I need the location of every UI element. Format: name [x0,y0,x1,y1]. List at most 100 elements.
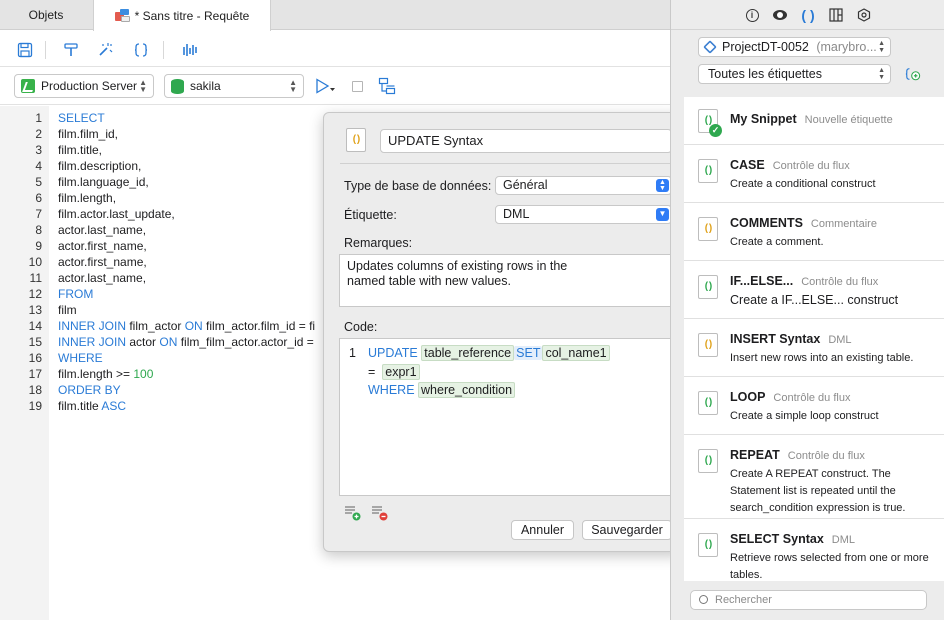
new-snippet-button[interactable] [905,66,921,82]
line-number: 10 [28,255,42,269]
info-icon: i [745,8,759,22]
keyword-set: SET [514,346,543,360]
sql-keyword: FROM [58,287,94,301]
magic-wand-icon [99,43,113,56]
sql-token: film_actor [126,319,185,333]
beautify-button[interactable] [94,39,116,61]
code-text: film.actor.last_update, [58,206,175,222]
tab-bar: Objets * Sans titre - Requête [0,0,670,31]
remarks-textarea[interactable]: Updates columns of existing rows in the … [339,254,672,307]
snippet-name: COMMENTS Commentaire [730,216,877,230]
snippet-name: CASE Contrôle du flux [730,158,850,172]
line-number: 11 [29,271,42,285]
snippet-list-item[interactable]: ( ) SELECT Syntax DML Retrieve rows selecte… [684,519,944,581]
code-line: WHERE where_condition [368,381,516,399]
snippet-list-item[interactable]: ( ) ✓ My Snippet Nouvelle étiquette [684,97,944,145]
editor-toolbar [0,31,670,67]
snippet-title: COMMENTS [730,216,803,230]
visual-builder-button[interactable] [376,75,398,97]
snippet-description: Create a comment. [730,236,824,248]
tag-filter-select[interactable]: Toutes les étiquettes ▲ ▼ [698,64,891,84]
line-number: 8 [35,223,42,237]
sql-token: film [58,303,77,317]
stop-button[interactable] [346,75,368,97]
sql-number: 100 [133,367,154,381]
snippet-title: My Snippet [730,112,797,126]
line-number: 1 [35,111,42,125]
sql-token: film_film_actor.actor_id = [177,335,314,349]
snippet-list-item[interactable]: ( ) IF...ELSE... Contrôle du flux Create a … [684,261,944,319]
snippet-name-input[interactable]: UPDATE Syntax [380,129,672,153]
snippet-search-input[interactable]: Rechercher [690,590,927,610]
save-button[interactable] [14,39,36,61]
sql-token: film.length, [58,191,117,205]
snippet-button[interactable] [130,39,152,61]
info-tab[interactable]: i [744,7,760,23]
snippet-description: Statement list is repeated until the [730,485,896,497]
keyword-where: WHERE [368,383,415,397]
run-button[interactable] [313,75,339,97]
remarks-line: Updates columns of existing rows in the [347,259,568,273]
snippet-code-editor[interactable]: 1 UPDATE table_reference SET col_name1 = e… [339,338,672,496]
search-icon [699,595,708,604]
database-select[interactable]: sakila ▲ ▼ [164,74,304,98]
updown-chevron-icon: ▲ ▼ [139,78,147,94]
remove-placeholder-button[interactable] [371,504,388,521]
code-text: actor.first_name, [58,254,147,270]
project-select[interactable]: ProjectDT-0052 (marybro... ▲ ▼ [698,37,891,57]
placeholder-where-condition[interactable]: where_condition [418,382,516,398]
line-number: 19 [28,399,42,413]
connection-bar: Production Server ▲ ▼ sakila ▲ ▼ [0,67,670,105]
code-text: film.title ASC [58,398,126,414]
code-text: film.title, [58,142,102,158]
line-number: 3 [35,143,42,157]
sql-keyword: ON [159,335,178,349]
snippet-list-item[interactable]: ( ) REPEAT Contrôle du flux Create A REPEAT… [684,435,944,519]
sql-keyword: INNER JOIN [58,319,127,333]
code-text: INNER JOIN film_actor ON film_actor.film… [58,318,315,334]
db-type-select[interactable]: Général ▲ ▼ [495,176,672,195]
query-builder-icon [378,77,396,95]
tab-objects[interactable]: Objets [0,0,92,30]
snippet-tag: Contrôle du flux [773,392,851,404]
sql-token: actor.first_name, [58,255,147,269]
placeholder-col-name[interactable]: col_name1 [542,345,610,361]
line-number: 14 [28,319,42,333]
settings-tab[interactable] [856,7,872,23]
snippet-list-item[interactable]: ( ) CASE Contrôle du flux Create a conditio… [684,145,944,203]
save-snippet-button[interactable]: Sauvegarder [582,520,672,540]
project-icon [703,40,717,54]
snippet-icon: ( ) [698,391,718,415]
preview-tab[interactable] [772,7,788,23]
stop-icon [351,80,363,92]
cancel-button[interactable]: Annuler [511,520,574,540]
tab-query[interactable]: * Sans titre - Requête [93,0,271,31]
tag-filter-value: Toutes les étiquettes [708,67,822,81]
placeholder-expr[interactable]: expr1 [382,364,420,380]
format-button[interactable] [60,39,82,61]
connection-select-value: Production Server [41,79,138,93]
snippet-tag: Nouvelle étiquette [804,114,893,126]
snippet-list-item[interactable]: ( ) LOOP Contrôle du flux Create a simple l… [684,377,944,435]
sql-token: actor.last_name, [58,271,147,285]
line-number: 9 [35,239,42,253]
label-select[interactable]: DML ▼ [495,205,672,224]
placeholder-table-reference[interactable]: table_reference [421,345,515,361]
explain-button[interactable] [180,39,202,61]
line-number: 16 [28,351,42,365]
braces-icon: ( ) [704,223,712,234]
snippet-list-item[interactable]: ( ) INSERT Syntax DML Insert new rows into … [684,319,944,377]
snippet-description: tables. [730,569,763,581]
snippet-list-item[interactable]: ( ) COMMENTS Commentaire Create a comment. [684,203,944,261]
snippet-description: Retrieve rows selected from one or more [730,552,929,564]
add-placeholder-button[interactable] [344,504,361,521]
snippet-title: IF...ELSE... [730,274,794,288]
snippet-name: IF...ELSE... Contrôle du flux [730,274,878,288]
snippet-tag: Contrôle du flux [801,276,879,288]
connection-select[interactable]: Production Server ▲ ▼ [14,74,154,98]
sql-token: film.actor.last_update, [58,207,175,221]
snippets-tab[interactable]: ( ) [800,7,816,23]
structure-tab[interactable] [828,7,844,23]
sql-keyword: INNER JOIN [58,335,127,349]
code-line: = expr1 [368,363,420,381]
